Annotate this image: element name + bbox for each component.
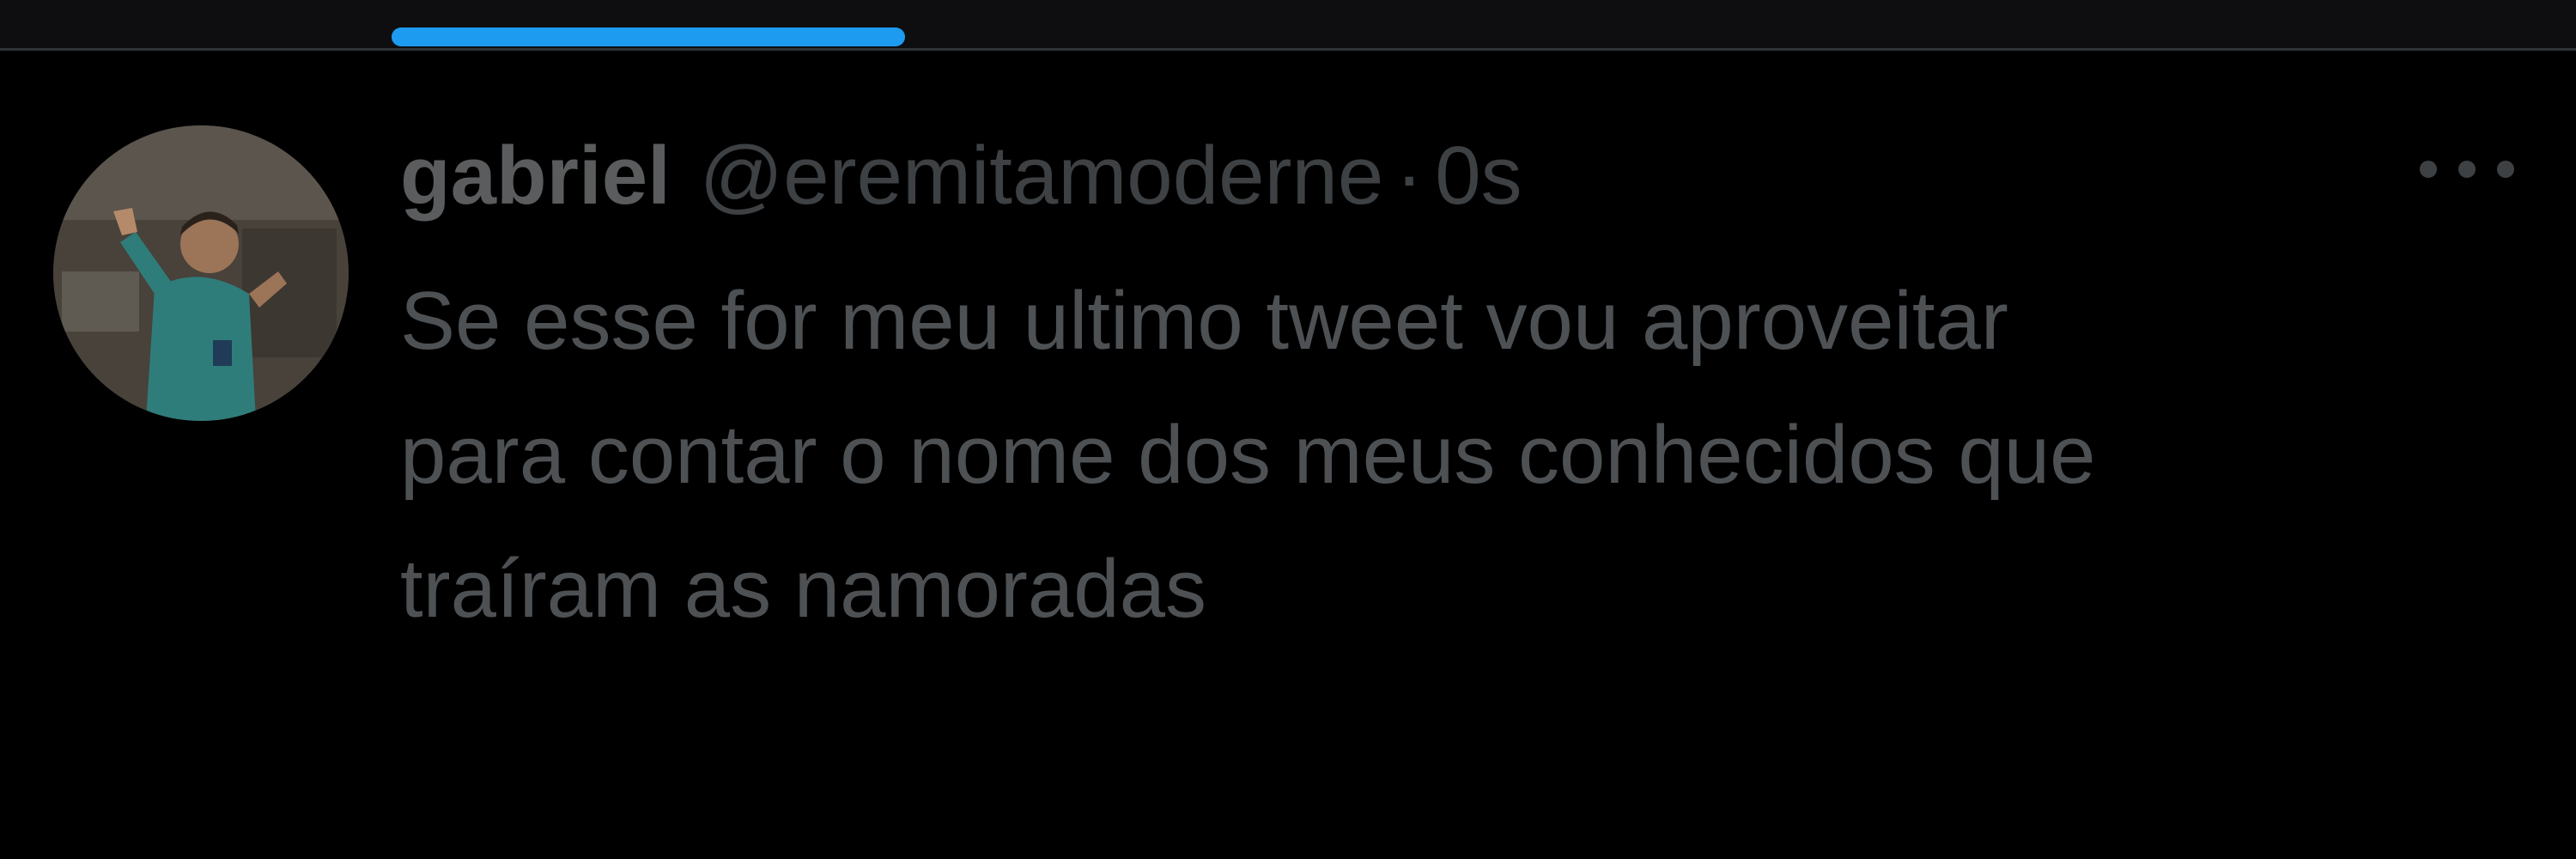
more-horizontal-icon — [2420, 161, 2437, 178]
tweet-header: gabriel @eremitamoderne · 0s — [400, 120, 1522, 232]
more-horizontal-icon — [2497, 161, 2514, 178]
avatar-photo — [53, 125, 349, 421]
more-options-button[interactable] — [2420, 148, 2514, 191]
tweet-timestamp[interactable]: 0s — [1435, 129, 1522, 223]
author-display-name[interactable]: gabriel — [400, 129, 671, 223]
more-horizontal-icon — [2458, 161, 2476, 178]
tweet-screen: gabriel @eremitamoderne · 0s Se esse for… — [0, 0, 2576, 859]
tab-bar — [0, 0, 2576, 48]
avatar[interactable] — [53, 125, 349, 421]
author-handle[interactable]: @eremitamoderne — [700, 129, 1383, 223]
active-tab-indicator — [392, 27, 905, 46]
tweet-text: Se esse for meu ultimo tweet vou aprovei… — [400, 275, 2096, 635]
tab-divider — [0, 48, 2576, 51]
meta-separator: · — [1395, 130, 1424, 222]
